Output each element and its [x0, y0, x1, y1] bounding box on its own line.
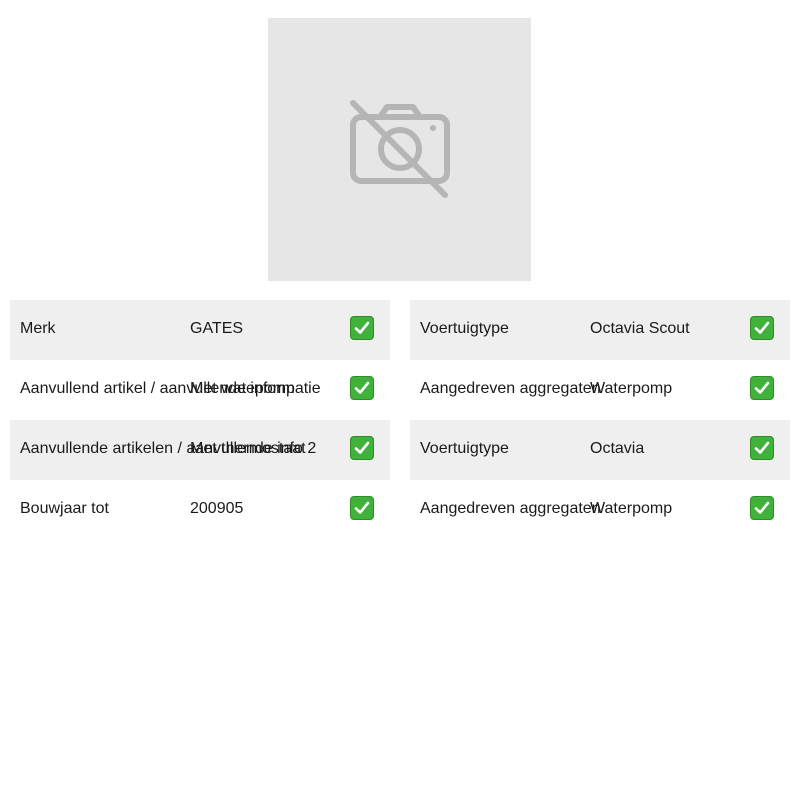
spec-value: Waterpomp	[590, 500, 673, 517]
specs-column-left: Merk GATES Aanvullend artikel / aanvulle…	[10, 300, 390, 540]
spec-label: Bouwjaar tot	[20, 500, 109, 517]
spec-value: 200905	[190, 500, 244, 517]
specs-column-right: Voertuigtype Octavia Scout Aangedreven a…	[410, 300, 790, 540]
spec-label: Aangedreven aggregaten	[420, 380, 601, 397]
no-photo-icon	[349, 99, 450, 198]
spec-row: Voertuigtype Octavia Scout	[410, 300, 790, 360]
spec-value: GATES	[190, 320, 244, 337]
product-image-placeholder	[268, 18, 531, 281]
spec-value: Met thermostaat	[190, 440, 306, 457]
check-icon	[750, 496, 774, 520]
check-icon	[750, 436, 774, 460]
check-icon	[750, 376, 774, 400]
check-icon	[350, 376, 374, 400]
spec-value: Octavia Scout	[590, 320, 690, 337]
check-icon	[350, 436, 374, 460]
spec-row: Voertuigtype Octavia	[410, 420, 790, 480]
spec-label: Aangedreven aggregaten	[420, 500, 601, 517]
check-icon	[750, 316, 774, 340]
spec-row: Aanvullende artikelen / aanvullende info…	[10, 420, 390, 480]
spec-label: Voertuigtype	[420, 320, 509, 337]
spec-row: Merk GATES	[10, 300, 390, 360]
check-icon	[350, 316, 374, 340]
spec-value: Met watepomp	[190, 380, 295, 397]
spec-value: Waterpomp	[590, 380, 673, 397]
spec-value: Octavia	[590, 440, 645, 457]
check-icon	[350, 496, 374, 520]
spec-label: Merk	[20, 320, 56, 337]
spec-row: Bouwjaar tot 200905	[10, 480, 390, 540]
spec-row: Aanvullend artikel / aanvullende informa…	[10, 360, 390, 420]
spec-label: Voertuigtype	[420, 440, 509, 457]
spec-row: Aangedreven aggregaten Waterpomp	[410, 480, 790, 540]
spec-row: Aangedreven aggregaten Waterpomp	[410, 360, 790, 420]
